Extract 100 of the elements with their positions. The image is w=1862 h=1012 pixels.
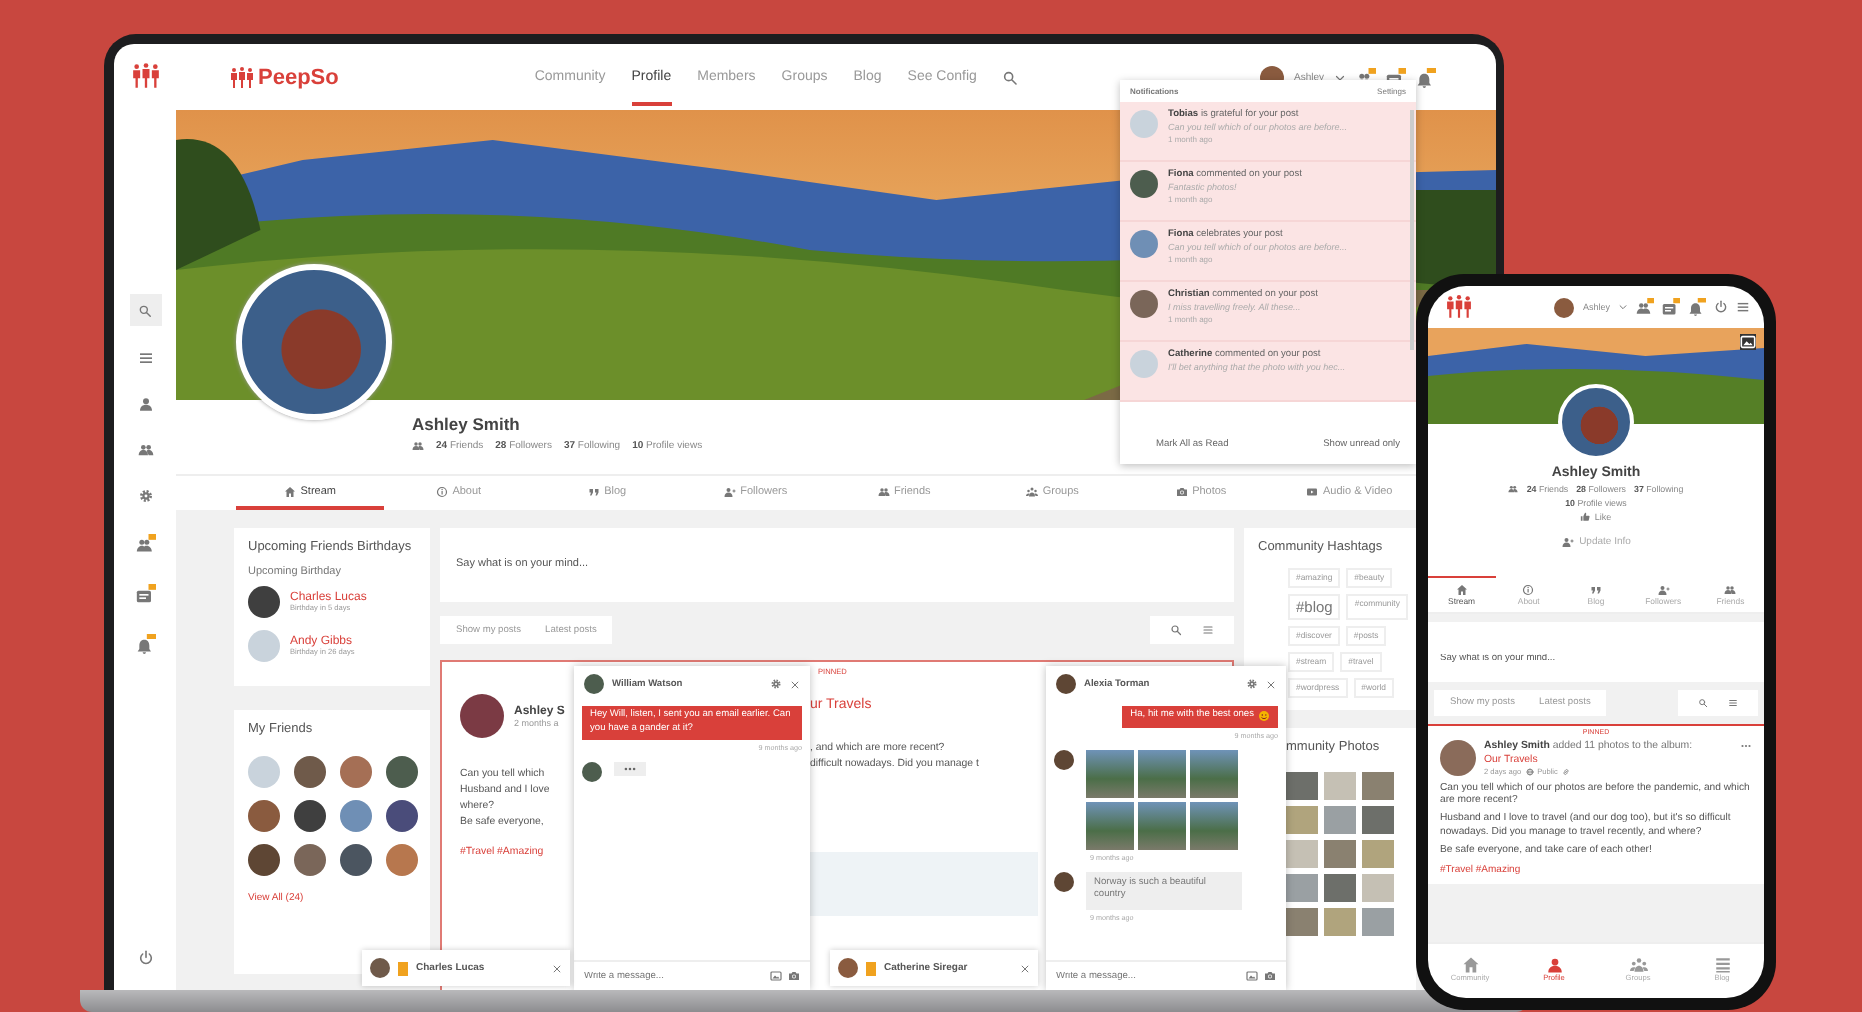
photo-thumbnail[interactable] xyxy=(1324,874,1356,903)
gear-icon[interactable] xyxy=(1246,678,1258,690)
avatar xyxy=(838,958,858,978)
photo-thumbnail[interactable] xyxy=(1086,749,1134,797)
menu-icon[interactable] xyxy=(137,350,153,366)
close-icon[interactable] xyxy=(552,963,562,973)
search-icon[interactable] xyxy=(1002,69,1019,85)
menu-icon[interactable] xyxy=(1736,300,1750,314)
avatar[interactable] xyxy=(294,756,326,789)
person-add-icon xyxy=(724,485,737,497)
logo-icon[interactable] xyxy=(230,65,254,89)
power-icon[interactable] xyxy=(1714,300,1728,314)
person-icon xyxy=(1545,955,1563,973)
blog-icon xyxy=(1713,955,1731,973)
thumbs-up-icon xyxy=(1580,512,1591,522)
close-icon[interactable] xyxy=(790,679,800,689)
groups-icon xyxy=(1629,955,1647,973)
caret-icon[interactable] xyxy=(1618,302,1628,312)
photo-thumbnail[interactable] xyxy=(1286,806,1318,835)
avatar[interactable] xyxy=(248,800,280,833)
avatar[interactable] xyxy=(386,756,418,789)
avatar xyxy=(1130,350,1158,378)
avatar[interactable] xyxy=(248,844,280,877)
search-button[interactable] xyxy=(129,294,161,326)
camera-icon xyxy=(1176,485,1189,497)
search-icon[interactable] xyxy=(1698,698,1708,708)
people-icon[interactable] xyxy=(137,442,153,458)
logo-icon[interactable] xyxy=(1446,294,1472,320)
filter-icon[interactable] xyxy=(1728,698,1738,708)
photo-thumbnail[interactable] xyxy=(1324,772,1356,801)
photo-thumbnail[interactable] xyxy=(1362,806,1394,835)
avatar xyxy=(1130,230,1158,258)
avatar xyxy=(1130,170,1158,198)
message-badge-icon[interactable] xyxy=(1662,298,1680,316)
people-icon xyxy=(877,485,890,497)
close-icon[interactable] xyxy=(1020,963,1030,973)
quote-icon xyxy=(1589,584,1602,596)
person-add-icon xyxy=(1561,536,1574,548)
avatar[interactable] xyxy=(1554,297,1575,317)
video-icon xyxy=(1306,485,1319,497)
avatar[interactable] xyxy=(386,800,418,833)
avatar[interactable] xyxy=(248,586,280,619)
people-badge-icon[interactable] xyxy=(1636,298,1654,316)
photo-thumbnail[interactable] xyxy=(1138,801,1186,849)
avatar[interactable] xyxy=(460,694,504,738)
brand-name[interactable]: PeepSo xyxy=(258,65,339,89)
photo-thumbnail[interactable] xyxy=(1190,801,1238,849)
info-icon xyxy=(1522,584,1535,596)
gear-icon[interactable] xyxy=(137,488,153,504)
quote-icon xyxy=(588,485,601,497)
avatar xyxy=(1130,110,1158,138)
people-icon xyxy=(1724,584,1737,596)
notification-badge xyxy=(398,961,408,975)
photo-thumbnail[interactable] xyxy=(1324,840,1356,869)
profile-name: Ashley Smith xyxy=(412,414,522,434)
globe-icon xyxy=(1525,768,1534,776)
camera-icon[interactable] xyxy=(1264,970,1276,982)
scrollbar[interactable] xyxy=(1410,110,1414,350)
home-icon xyxy=(1461,955,1479,973)
photo-thumbnail[interactable] xyxy=(1286,908,1318,937)
bell-badge-icon[interactable] xyxy=(135,634,155,654)
dots-icon xyxy=(614,762,646,776)
photo-thumbnail[interactable] xyxy=(1086,801,1134,849)
close-icon[interactable] xyxy=(1266,679,1276,689)
photo-thumbnail[interactable] xyxy=(1324,908,1356,937)
link-icon[interactable] xyxy=(1561,768,1570,776)
notification-badge xyxy=(866,961,876,975)
avatar xyxy=(1130,290,1158,318)
photo-thumbnail[interactable] xyxy=(1362,840,1394,869)
photo-thumbnail[interactable] xyxy=(1286,840,1318,869)
photo-thumbnail[interactable] xyxy=(1190,749,1238,797)
bell-badge-icon[interactable] xyxy=(1688,298,1706,316)
bell-badge-icon[interactable] xyxy=(1416,67,1436,87)
photo-thumbnail[interactable] xyxy=(1324,806,1356,835)
avatar[interactable] xyxy=(340,844,372,877)
photo-thumbnail[interactable] xyxy=(1362,908,1394,937)
people-badge-icon[interactable] xyxy=(135,534,155,554)
photo-thumbnail[interactable] xyxy=(1362,874,1394,903)
avatar[interactable] xyxy=(294,844,326,877)
camera-icon[interactable] xyxy=(788,970,800,982)
person-icon[interactable] xyxy=(137,396,153,412)
gear-icon[interactable] xyxy=(770,678,782,690)
people-icon xyxy=(412,440,424,452)
groups-icon xyxy=(1026,485,1039,497)
avatar xyxy=(1054,871,1074,891)
avatar[interactable] xyxy=(294,800,326,833)
info-icon xyxy=(436,485,449,497)
avatar xyxy=(1056,674,1076,694)
logo-icon[interactable] xyxy=(131,62,159,90)
message-badge-icon[interactable] xyxy=(135,584,155,604)
power-icon[interactable] xyxy=(137,950,153,966)
person-add-icon xyxy=(1657,584,1670,596)
photo-thumbnail[interactable] xyxy=(1362,772,1394,801)
caret-icon[interactable] xyxy=(1334,71,1346,83)
photo-thumbnail[interactable] xyxy=(1286,772,1318,801)
avatar[interactable] xyxy=(1440,740,1476,776)
search-icon[interactable] xyxy=(1170,624,1182,636)
photo-thumbnail[interactable] xyxy=(1138,749,1186,797)
photo-thumbnail[interactable] xyxy=(1286,874,1318,903)
avatar xyxy=(370,958,390,978)
